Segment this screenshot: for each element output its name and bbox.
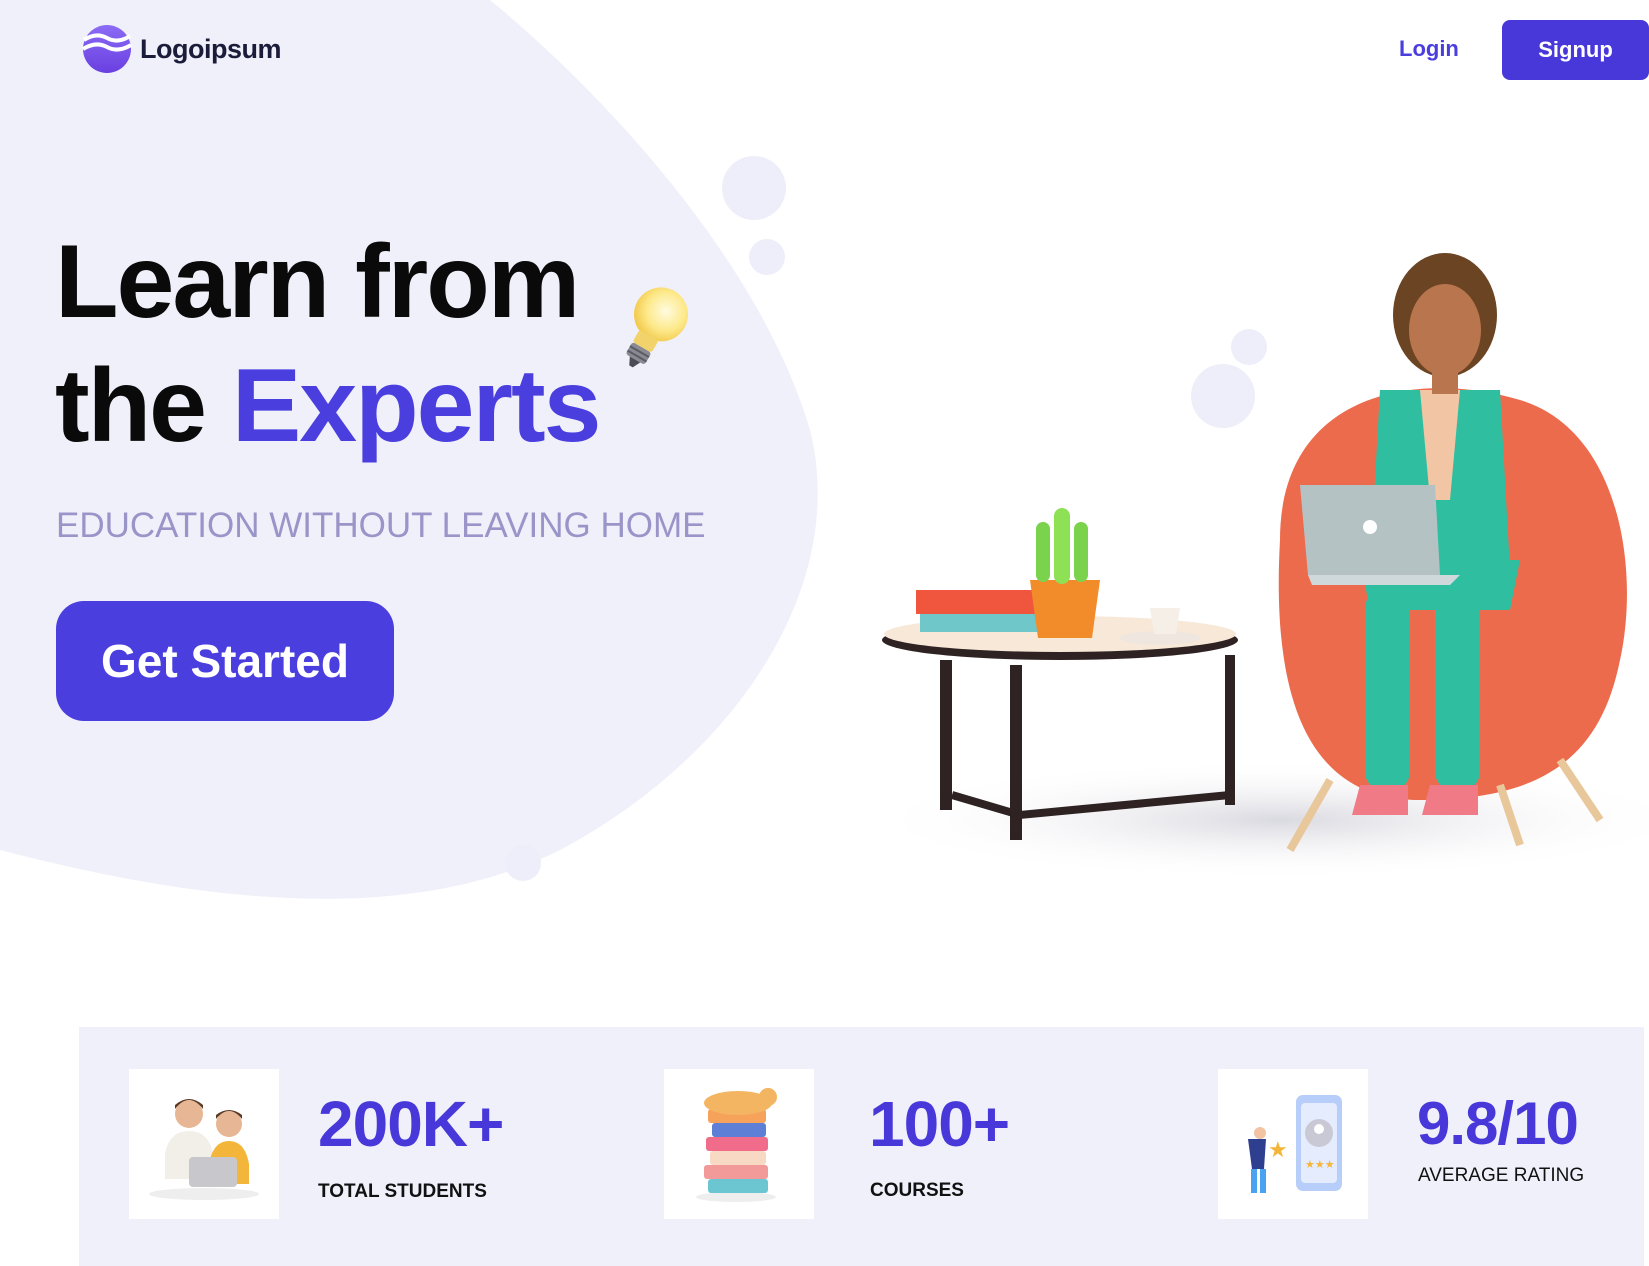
- stat-thumbnail: [664, 1069, 814, 1219]
- headline-line-2: the Experts: [55, 344, 602, 468]
- svg-text:★★★: ★★★: [1305, 1158, 1335, 1171]
- headline-plain: the: [55, 348, 232, 464]
- stat-thumbnail: ★★★ ★: [1218, 1069, 1368, 1219]
- headline-line-1: Learn from: [55, 224, 580, 340]
- login-link[interactable]: Login: [1399, 36, 1459, 62]
- stat-value: 9.8/10: [1417, 1090, 1579, 1157]
- logo-icon: [82, 25, 132, 73]
- headline-accent: Experts: [231, 348, 602, 464]
- logo-text: Logoipsum: [140, 33, 281, 64]
- stat-value: 100+: [869, 1088, 1010, 1160]
- stat-thumbnail: [129, 1069, 279, 1219]
- rating-icon: ★★★ ★: [1248, 1095, 1342, 1193]
- stat-label: COURSES: [870, 1180, 964, 1201]
- lightbulb-icon: [626, 287, 688, 368]
- decor-bubble: [505, 845, 541, 881]
- stat-label: TOTAL STUDENTS: [318, 1181, 487, 1202]
- signup-button[interactable]: Signup: [1502, 20, 1649, 80]
- hero-subtitle: EDUCATION WITHOUT LEAVING HOME: [56, 506, 706, 545]
- decor-bubble: [722, 156, 786, 220]
- decor-bubble: [749, 239, 785, 275]
- stat-value: 200K+: [318, 1088, 504, 1160]
- books-icon: [696, 1088, 777, 1202]
- stats-section: 200K+ TOTAL STUDENTS 100+ COURSES ★★★ ★ …: [79, 1027, 1644, 1266]
- students-icon: [149, 1099, 259, 1200]
- logo[interactable]: Logoipsum: [82, 24, 281, 74]
- svg-text:★: ★: [1268, 1138, 1288, 1163]
- hero-headline: Learn from the Experts: [55, 220, 602, 468]
- get-started-button[interactable]: Get Started: [56, 601, 394, 721]
- stat-label: AVERAGE RATING: [1418, 1165, 1585, 1186]
- woman-with-laptop-illustration: [860, 253, 1649, 880]
